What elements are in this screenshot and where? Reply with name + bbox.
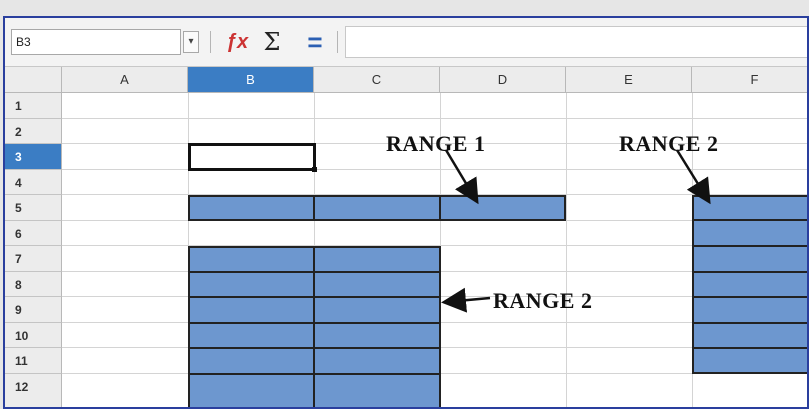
- column-header-d[interactable]: D: [440, 67, 566, 93]
- range2-cell[interactable]: [313, 373, 441, 407]
- range2-cell[interactable]: [313, 271, 441, 298]
- range2-top-label: RANGE 2: [619, 131, 719, 156]
- function-wizard-icon[interactable]: ƒx: [222, 28, 252, 56]
- column-header-e[interactable]: E: [566, 67, 692, 93]
- row-header-11[interactable]: 11: [5, 348, 62, 374]
- sum-icon[interactable]: Σ: [259, 28, 285, 56]
- formula-bar: B3 ▾ ƒx Σ =: [5, 18, 807, 67]
- range2-f-cell[interactable]: [692, 322, 807, 349]
- range2-cell[interactable]: [188, 296, 315, 324]
- select-all-corner[interactable]: [5, 67, 62, 93]
- row-header-6[interactable]: 6: [5, 221, 62, 246]
- row-header-1[interactable]: 1: [5, 93, 62, 119]
- range1-cell-c5[interactable]: [313, 195, 441, 221]
- row-header-8[interactable]: 8: [5, 272, 62, 297]
- toolbar-separator: [210, 31, 211, 53]
- range2-cell[interactable]: [188, 246, 315, 273]
- row-header-10[interactable]: 10: [5, 323, 62, 348]
- column-header-f[interactable]: F: [692, 67, 807, 93]
- column-header-a[interactable]: A: [62, 67, 188, 93]
- range2-cell[interactable]: [188, 373, 315, 407]
- chevron-down-icon[interactable]: ▾: [183, 31, 199, 53]
- range1-label: RANGE 1: [386, 131, 486, 156]
- spreadsheet-window: B3 ▾ ƒx Σ = A B C D E F 1 2 3 4 5 6 7 8 …: [3, 16, 809, 409]
- row-header-3[interactable]: 3: [5, 144, 62, 170]
- range2-f-cell[interactable]: [692, 296, 807, 324]
- range2-cell[interactable]: [313, 322, 441, 349]
- range1-cell-b5[interactable]: [188, 195, 315, 221]
- row-header-4[interactable]: 4: [5, 170, 62, 195]
- range2-f-cell[interactable]: [692, 245, 807, 273]
- gridline: [566, 93, 567, 407]
- range2-cell[interactable]: [188, 271, 315, 298]
- range2-cell[interactable]: [313, 246, 441, 273]
- active-cell-b3[interactable]: [188, 143, 316, 171]
- range2-f-cell[interactable]: [692, 195, 807, 221]
- fill-handle[interactable]: [312, 167, 317, 172]
- row-header-12[interactable]: 12: [5, 374, 62, 407]
- formula-input[interactable]: [345, 26, 807, 58]
- toolbar-separator: [337, 31, 338, 53]
- range2-cell[interactable]: [188, 347, 315, 375]
- column-header-c[interactable]: C: [314, 67, 440, 93]
- name-box[interactable]: B3: [11, 29, 181, 55]
- column-header-b[interactable]: B: [188, 67, 314, 93]
- range2-cell[interactable]: [313, 296, 441, 324]
- row-header-9[interactable]: 9: [5, 297, 62, 323]
- formula-icon[interactable]: =: [302, 28, 328, 56]
- row-header-2[interactable]: 2: [5, 119, 62, 144]
- range2-cell[interactable]: [313, 347, 441, 375]
- row-header-7[interactable]: 7: [5, 246, 62, 272]
- gridline: [62, 169, 807, 170]
- range2-f-cell[interactable]: [692, 347, 807, 374]
- row-header-5[interactable]: 5: [5, 195, 62, 221]
- gridline: [62, 118, 807, 119]
- range2-cell[interactable]: [188, 322, 315, 349]
- range2-side-label: RANGE 2: [493, 288, 593, 313]
- range2-f-cell[interactable]: [692, 271, 807, 298]
- range1-cell-d5[interactable]: [439, 195, 566, 221]
- range2-f-cell[interactable]: [692, 219, 807, 247]
